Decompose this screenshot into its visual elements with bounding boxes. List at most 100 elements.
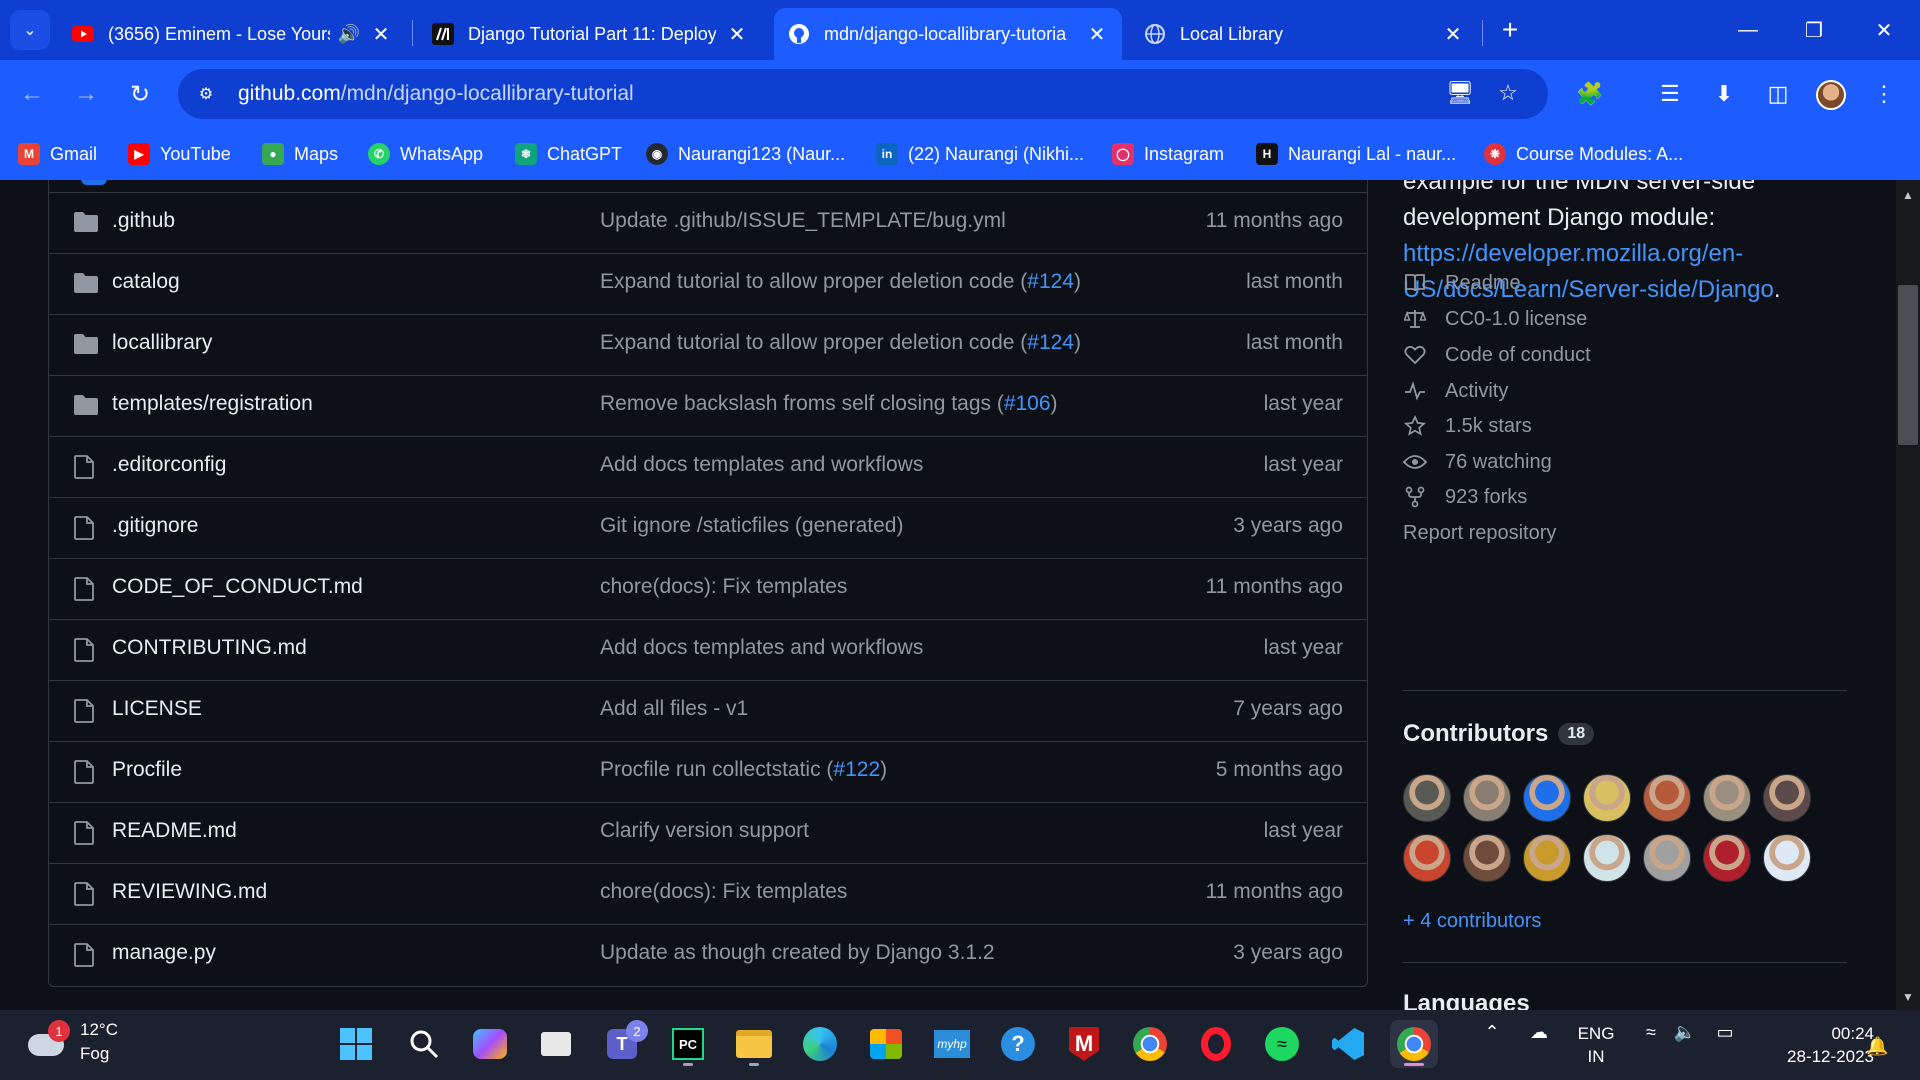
bookmark-github[interactable]: ◉ Naurangi123 (Naur... bbox=[646, 138, 845, 170]
tab-local-library[interactable]: Local Library ✕ bbox=[1130, 8, 1478, 60]
spotify-app[interactable]: ≈ bbox=[1258, 1020, 1306, 1068]
pull-request-link[interactable]: #124 bbox=[1027, 331, 1074, 354]
contributor-avatar[interactable] bbox=[1763, 774, 1811, 822]
file-name-link[interactable]: README.md bbox=[112, 819, 237, 843]
contributor-avatar[interactable] bbox=[1523, 834, 1571, 882]
language-indicator[interactable]: ENG IN bbox=[1572, 1022, 1620, 1068]
commit-message-link[interactable]: Update as though created by Django 3.1.2 bbox=[600, 941, 995, 965]
volume-icon[interactable]: 🔈 bbox=[1670, 1022, 1700, 1043]
contributor-avatar[interactable] bbox=[1703, 834, 1751, 882]
speaker-icon[interactable]: 🔊 bbox=[338, 24, 360, 45]
mcafee-app[interactable]: M bbox=[1060, 1020, 1108, 1068]
table-row[interactable]: CONTRIBUTING.md Add docs templates and wo… bbox=[49, 620, 1367, 681]
scroll-up-arrow-icon[interactable]: ▲ bbox=[1902, 188, 1914, 202]
commit-message-link[interactable]: Add docs templates and workflows bbox=[600, 453, 923, 477]
commit-message-link[interactable]: Add docs templates and workflows bbox=[600, 636, 923, 660]
help-app[interactable]: ? bbox=[994, 1020, 1042, 1068]
vscode-app[interactable] bbox=[1324, 1020, 1372, 1068]
bookmark-chatgpt[interactable]: ❄ ChatGPT bbox=[515, 138, 622, 170]
commit-message-link[interactable]: chore(docs): Fix templates bbox=[600, 880, 847, 904]
commit-message-link[interactable]: chore(docs): Fix templates bbox=[600, 575, 847, 599]
myhp-app[interactable]: myhp bbox=[928, 1020, 976, 1068]
table-row[interactable]: CODE_OF_CONDUCT.md chore(docs): Fix templ… bbox=[49, 559, 1367, 620]
file-name-link[interactable]: .gitignore bbox=[112, 514, 198, 538]
file-name-link[interactable]: catalog bbox=[112, 270, 180, 294]
bell-icon[interactable]: 🔔 bbox=[1866, 1036, 1888, 1057]
meta-forks[interactable]: 923 forks bbox=[1403, 482, 1527, 512]
url-text[interactable]: github.com/mdn/django-locallibrary-tutor… bbox=[238, 82, 634, 106]
teams-app[interactable]: T2 bbox=[598, 1020, 648, 1068]
downloads-icon[interactable]: ⬇ bbox=[1704, 74, 1744, 114]
tab-search-button[interactable]: ⌄ bbox=[10, 10, 50, 50]
menu-kebab-icon[interactable]: ⋮ bbox=[1864, 74, 1904, 114]
meta-stars[interactable]: 1.5k stars bbox=[1403, 411, 1532, 441]
contributor-avatar[interactable] bbox=[1463, 834, 1511, 882]
bookmark-gmail[interactable]: M Gmail bbox=[18, 138, 97, 170]
commit-message-link[interactable]: Add all files - v1 bbox=[600, 697, 748, 721]
file-name-link[interactable]: .github bbox=[112, 209, 175, 233]
address-bar[interactable]: ⚙ github.com/mdn/django-locallibrary-tut… bbox=[178, 69, 1548, 119]
contributor-avatar[interactable] bbox=[1523, 774, 1571, 822]
bookmark-hackerrank[interactable]: H Naurangi Lal - naur... bbox=[1256, 138, 1456, 170]
table-row[interactable]: Procfile Procfile run collectstatic (#122… bbox=[49, 742, 1367, 803]
file-name-link[interactable]: .editorconfig bbox=[112, 453, 226, 477]
bookmark-whatsapp[interactable]: ✆ WhatsApp bbox=[368, 138, 483, 170]
contributor-avatar[interactable] bbox=[1583, 834, 1631, 882]
contributor-avatar[interactable] bbox=[1403, 834, 1451, 882]
bookmark-star-icon[interactable]: ☆ bbox=[1488, 73, 1528, 113]
commit-message-link[interactable]: Expand tutorial to allow proper deletion… bbox=[600, 270, 1081, 294]
meta-watching[interactable]: 76 watching bbox=[1403, 447, 1552, 477]
wifi-icon[interactable]: ≈ bbox=[1636, 1022, 1666, 1043]
start-button[interactable] bbox=[332, 1020, 380, 1068]
meta-readme[interactable]: Readme bbox=[1403, 268, 1521, 298]
file-name-link[interactable]: Procfile bbox=[112, 758, 182, 782]
side-panel-icon[interactable]: ◫ bbox=[1758, 74, 1798, 114]
file-name-link[interactable]: CONTRIBUTING.md bbox=[112, 636, 307, 660]
chrome-app[interactable] bbox=[1126, 1020, 1174, 1068]
reload-button[interactable]: ↻ bbox=[120, 74, 160, 114]
table-row[interactable]: .github Update .github/ISSUE_TEMPLATE/bug… bbox=[49, 193, 1367, 254]
file-name-link[interactable]: manage.py bbox=[112, 941, 216, 965]
weather-widget[interactable]: 1 12°C Fog bbox=[26, 1018, 118, 1066]
contributor-avatar[interactable] bbox=[1583, 774, 1631, 822]
close-icon[interactable]: ✕ bbox=[1086, 22, 1108, 47]
table-row[interactable]: .editorconfig Add docs templates and work… bbox=[49, 437, 1367, 498]
extensions-icon[interactable]: 🧩 bbox=[1570, 74, 1610, 114]
onedrive-icon[interactable]: ☁ bbox=[1522, 1022, 1556, 1043]
file-name-link[interactable]: REVIEWING.md bbox=[112, 880, 267, 904]
tab-django-tutorial[interactable]: Django Tutorial Part 11: Deploy ✕ bbox=[418, 8, 762, 60]
meta-code-of-conduct[interactable]: Code of conduct bbox=[1403, 340, 1591, 370]
scroll-down-arrow-icon[interactable]: ▼ bbox=[1902, 990, 1914, 1004]
close-icon[interactable]: ✕ bbox=[1442, 22, 1464, 47]
table-row[interactable]: REVIEWING.md chore(docs): Fix templates 11… bbox=[49, 864, 1367, 925]
commit-message-link[interactable]: Procfile run collectstatic (#122) bbox=[600, 758, 887, 782]
tab-youtube[interactable]: (3656) Eminem - Lose Yours 🔊 ✕ bbox=[58, 8, 406, 60]
file-name-link[interactable]: locallibrary bbox=[112, 331, 212, 355]
pycharm-app[interactable]: PC bbox=[664, 1020, 712, 1068]
contributor-avatar[interactable] bbox=[1643, 774, 1691, 822]
bookmark-maps[interactable]: ● Maps bbox=[262, 138, 338, 170]
minimize-button[interactable]: — bbox=[1724, 10, 1772, 50]
meta-license[interactable]: CC0-1.0 license bbox=[1403, 304, 1587, 334]
task-view-app[interactable] bbox=[532, 1020, 580, 1068]
commit-message-link[interactable]: Git ignore /staticfiles (generated) bbox=[600, 514, 903, 538]
clock[interactable]: 00:24 28-12-2023 bbox=[1752, 1022, 1874, 1068]
file-name-link[interactable]: LICENSE bbox=[112, 697, 202, 721]
scrollbar-thumb[interactable] bbox=[1898, 285, 1918, 445]
meta-activity[interactable]: Activity bbox=[1403, 376, 1508, 406]
tray-overflow-chevron-icon[interactable]: ⌃ bbox=[1478, 1022, 1506, 1043]
table-row[interactable]: README.md Clarify version support last yea… bbox=[49, 803, 1367, 864]
contributor-avatar[interactable] bbox=[1703, 774, 1751, 822]
close-icon[interactable]: ✕ bbox=[726, 22, 748, 47]
table-row[interactable]: .gitignore Git ignore /staticfiles (gener… bbox=[49, 498, 1367, 559]
media-controls-icon[interactable]: ☰ bbox=[1650, 74, 1690, 114]
edge-app[interactable] bbox=[796, 1020, 844, 1068]
table-row[interactable]: manage.py Update as though created by Dja… bbox=[49, 925, 1367, 986]
back-button[interactable]: ← bbox=[12, 74, 52, 114]
pull-request-link[interactable]: #106 bbox=[1004, 392, 1051, 415]
pull-request-link[interactable]: #122 bbox=[833, 758, 880, 781]
table-row[interactable]: locallibrary Expand tutorial to allow pro… bbox=[49, 315, 1367, 376]
bookmark-youtube[interactable]: ▶ YouTube bbox=[128, 138, 231, 170]
file-name-link[interactable]: CODE_OF_CONDUCT.md bbox=[112, 575, 363, 599]
commit-message-link[interactable]: Clarify version support bbox=[600, 819, 809, 843]
